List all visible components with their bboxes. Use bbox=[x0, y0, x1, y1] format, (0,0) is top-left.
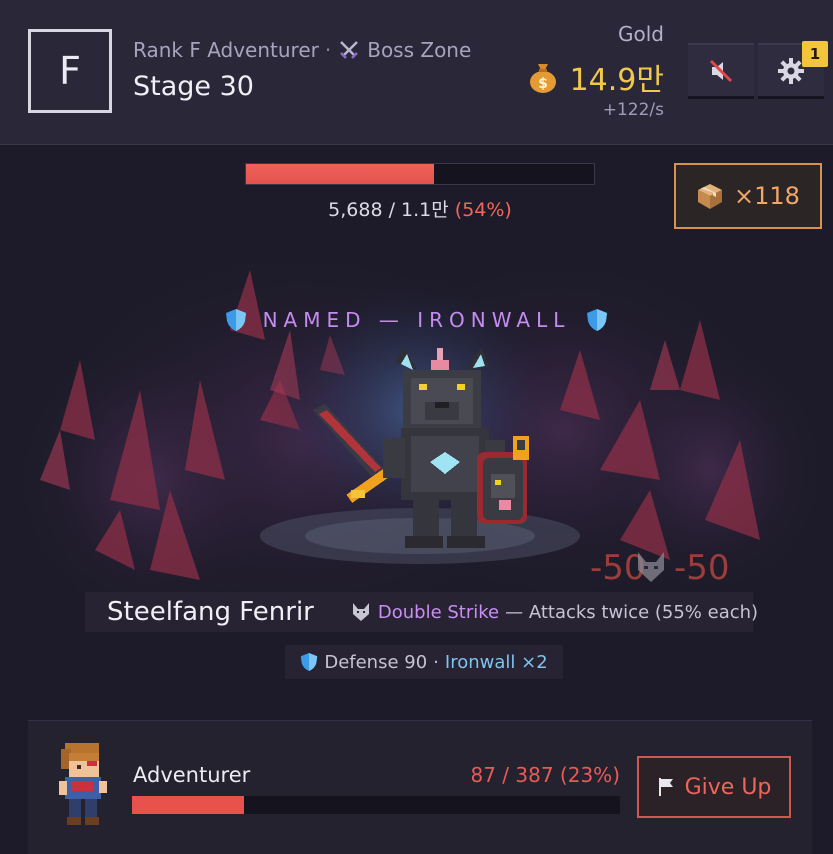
give-up-button[interactable]: Give Up bbox=[637, 756, 791, 818]
money-bag-icon: $ bbox=[529, 64, 556, 93]
rank-letter: F bbox=[59, 49, 81, 93]
rank-separator: · bbox=[324, 38, 332, 62]
defense-separator: · bbox=[433, 651, 439, 673]
settings-button[interactable]: 1 bbox=[758, 41, 828, 99]
top-bar: F Rank F Adventurer · Boss Zone Stage 30… bbox=[0, 0, 833, 145]
rank-info: Rank F Adventurer · Boss Zone bbox=[133, 38, 471, 62]
boss-skill: Double Strike — Attacks twice (55% each) bbox=[350, 601, 758, 623]
player-name: Adventurer bbox=[133, 763, 251, 787]
gold-amount: 14.9만 bbox=[569, 63, 664, 98]
skill-description: — Attacks twice (55% each) bbox=[505, 601, 759, 623]
boss-hp-percent: (54%) bbox=[454, 199, 512, 221]
boss-defense-bar: Defense 90 · Ironwall ×2 bbox=[285, 645, 563, 679]
wolf-icon bbox=[352, 603, 369, 621]
player-panel: Adventurer 87 / 387 (23%) Give Up bbox=[28, 720, 812, 854]
player-hp-fill bbox=[132, 796, 245, 814]
player-avatar bbox=[59, 743, 107, 825]
crossed-swords-icon bbox=[340, 41, 359, 59]
svg-text:$: $ bbox=[538, 76, 548, 92]
ironwall-count: Ironwall ×2 bbox=[444, 651, 548, 673]
gold-rate: +122/s bbox=[602, 100, 664, 120]
boss-hp-bar bbox=[245, 163, 595, 185]
skill-name: Double Strike bbox=[377, 601, 500, 623]
rank-badge: F bbox=[28, 29, 112, 113]
boss-tag-label: NAMED — IRONWALL bbox=[262, 308, 571, 332]
speaker-muted-icon bbox=[709, 59, 733, 82]
boss-info-bar: Steelfang Fenrir Double Strike — Attacks… bbox=[85, 592, 758, 632]
wolf-icon bbox=[638, 552, 664, 582]
gear-icon bbox=[778, 57, 804, 84]
boss-hp-fill bbox=[246, 164, 434, 184]
boss-hp-value: 5,688 / 1.1만 bbox=[328, 199, 449, 221]
give-up-label: Give Up bbox=[684, 774, 772, 800]
player-hp-bar bbox=[132, 796, 620, 814]
mute-button[interactable] bbox=[688, 43, 754, 99]
damage-number: -50 bbox=[674, 548, 730, 588]
shield-icon bbox=[587, 309, 608, 331]
loot-box-count: ×118 bbox=[734, 182, 800, 210]
boss-name: Steelfang Fenrir bbox=[107, 597, 314, 627]
player-hp-readout: 87 / 387 (23%) bbox=[470, 763, 621, 787]
rank-title: Rank F Adventurer bbox=[133, 38, 319, 62]
boss-tag: NAMED — IRONWALL bbox=[0, 308, 833, 332]
gold-display: $ 14.9만 bbox=[528, 55, 664, 99]
stage-label: Stage 30 bbox=[133, 71, 254, 102]
flag-icon bbox=[658, 778, 673, 796]
defense-label: Defense 90 bbox=[324, 651, 428, 673]
loot-box-button[interactable]: ×118 bbox=[674, 163, 822, 229]
notification-badge: 1 bbox=[802, 41, 828, 67]
boss-hp-readout: 5,688 / 1.1만 (54%) bbox=[245, 195, 595, 222]
package-icon bbox=[698, 184, 723, 209]
boss-sprite bbox=[313, 348, 529, 548]
zone-label: Boss Zone bbox=[367, 38, 472, 62]
shield-icon bbox=[301, 653, 318, 671]
shield-icon bbox=[225, 309, 246, 331]
gold-label: Gold bbox=[618, 22, 664, 46]
